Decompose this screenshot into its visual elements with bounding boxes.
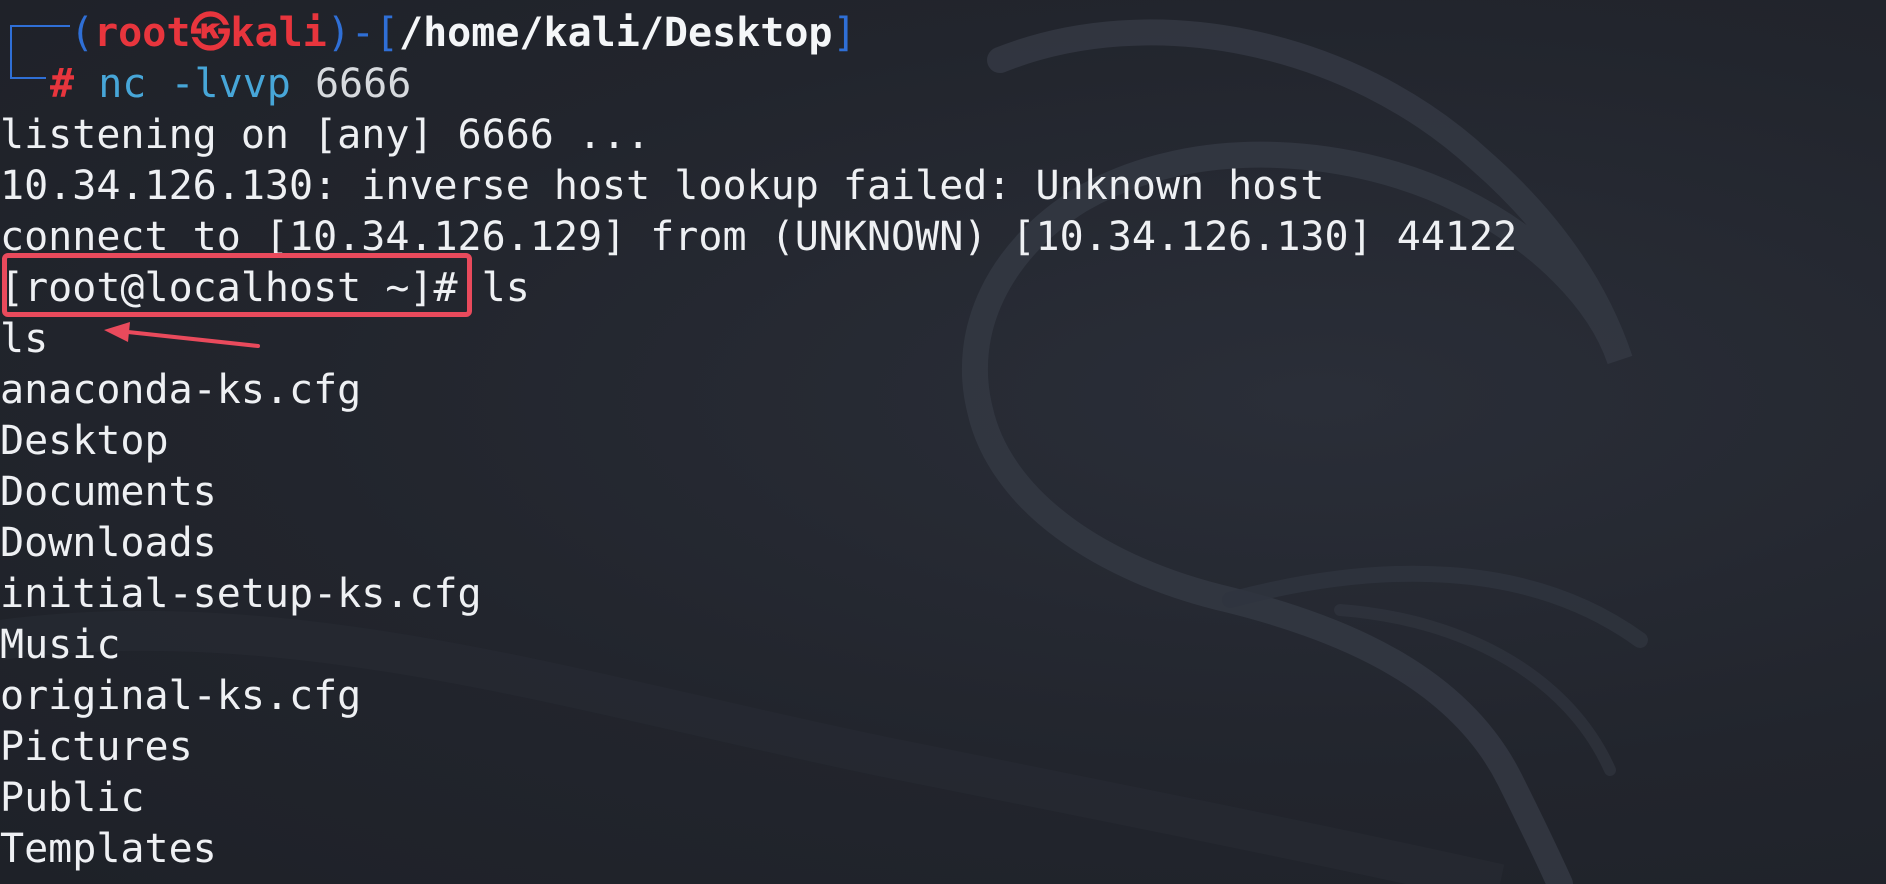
- prompt-corner-vertical: [10, 25, 12, 79]
- remote-prompt-highlight: [2, 253, 472, 317]
- file-list-item: Documents: [0, 469, 217, 515]
- command-name: nc: [98, 61, 147, 107]
- file-list-item: original-ks.cfg: [0, 673, 362, 719]
- kali-skull-icon: ㉿: [190, 10, 231, 56]
- file-list-item: Templates: [0, 826, 217, 872]
- file-list-item: Downloads: [0, 520, 217, 566]
- output-line: listening on [any] 6666 ...: [0, 112, 651, 158]
- annotation-arrow-icon: [104, 322, 260, 348]
- prompt-corner-top: [10, 25, 70, 27]
- prompt-separator: )-[: [326, 10, 399, 56]
- file-list-item: Music: [0, 622, 121, 668]
- echo-line: ls: [0, 316, 49, 362]
- prompt-line-2[interactable]: # nc -lvvp 6666: [50, 59, 411, 109]
- command-port: 6666: [290, 61, 412, 107]
- prompt-path: /home/kali/Desktop: [399, 10, 833, 56]
- prompt-hash: #: [50, 61, 75, 107]
- prompt-user: root: [94, 10, 191, 56]
- file-list-item: Desktop: [0, 418, 169, 464]
- prompt-open-paren: (: [70, 10, 95, 56]
- command-args: -lvvp: [146, 61, 291, 107]
- prompt-line-1: (root㉿kali)-[/home/kali/Desktop]: [70, 8, 857, 58]
- prompt-host: kali: [230, 10, 327, 56]
- terminal-window[interactable]: (root㉿kali)-[/home/kali/Desktop] # nc -l…: [0, 0, 1886, 884]
- file-list-item: anaconda-ks.cfg: [0, 367, 362, 413]
- file-list-item: initial-setup-ks.cfg: [0, 571, 482, 617]
- file-list-item: Pictures: [0, 724, 193, 770]
- prompt-close-bracket: ]: [832, 10, 857, 56]
- output-line: 10.34.126.130: inverse host lookup faile…: [0, 163, 1325, 209]
- prompt-corner-bottom: [10, 77, 46, 79]
- file-list-item: Public: [0, 775, 145, 821]
